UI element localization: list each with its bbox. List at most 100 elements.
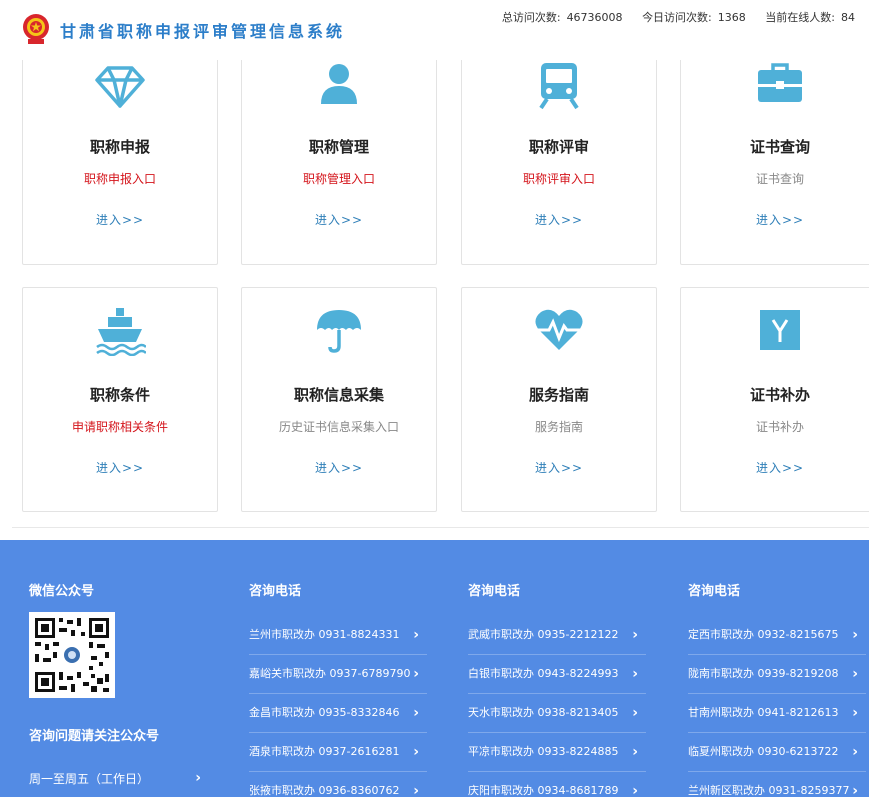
card-title: 职称管理 <box>308 138 369 156</box>
phone-text: 张掖市职改办 0936-8360762 <box>249 784 400 797</box>
card-service-guide[interactable]: 服务指南 服务指南 进入>> <box>461 287 657 512</box>
enter-link[interactable]: 进入>> <box>681 211 869 228</box>
phone-text: 庆阳市职改办 0934-8681789 <box>468 784 619 797</box>
ship-icon <box>96 308 146 356</box>
phone-item[interactable]: 庆阳市职改办 0934-8681789 › <box>468 772 646 810</box>
card-title: 职称申报 <box>89 138 150 156</box>
chevron-right-icon: › <box>852 627 858 643</box>
chevron-right-icon: › <box>852 744 858 760</box>
phone-list-2: 武威市职改办 0935-2212122 › 白银市职改办 0943-8224993… <box>468 616 646 810</box>
phone-text: 酒泉市职改办 0937-2616281 <box>249 745 400 758</box>
card-title: 证书查询 <box>749 138 810 156</box>
phone-text: 金昌市职改办 0935-8332846 <box>249 706 400 719</box>
card-title: 职称评审 <box>528 138 589 156</box>
card-title: 服务指南 <box>528 386 589 404</box>
chevron-right-icon: › <box>413 627 419 643</box>
phone-text: 甘南州职改办 0941-8212613 <box>688 706 839 719</box>
follow-text: 咨询问题请关注公众号 <box>29 729 160 744</box>
chevron-right-icon: › <box>632 666 638 682</box>
phone-item[interactable]: 白银市职改办 0943-8224993 › <box>468 655 646 694</box>
card-entry-link[interactable]: 职称申报入口 <box>23 170 217 187</box>
wechat-heading: 微信公众号 <box>29 584 95 599</box>
phone-list-1: 兰州市职改办 0931-8824331 › 嘉峪关市职改办 0937-678979… <box>249 616 427 810</box>
total-visits-value: 46736008 <box>566 11 623 24</box>
phone-item[interactable]: 兰州新区职改办 0931-8259377 › <box>688 772 866 810</box>
phone-item[interactable]: 甘南州职改办 0941-8212613 › <box>688 694 866 733</box>
chevron-right-icon: › <box>195 770 201 786</box>
phone-item[interactable]: 陇南市职改办 0939-8219208 › <box>688 655 866 694</box>
briefcase-icon <box>758 63 802 102</box>
phone-item[interactable]: 武威市职改办 0935-2212122 › <box>468 616 646 655</box>
phone-text: 定西市职改办 0932-8215675 <box>688 628 839 641</box>
phone-item[interactable]: 酒泉市职改办 0937-2616281 › <box>249 733 427 772</box>
workday-text: 周一至周五（工作日） <box>29 772 150 786</box>
phone-text: 兰州市职改办 0931-8824331 <box>249 628 400 641</box>
phone-text: 嘉峪关市职改办 0937-6789790 <box>249 667 411 680</box>
card-info-collection[interactable]: 职称信息采集 历史证书信息采集入口 进入>> <box>241 287 437 512</box>
card-certificate-query[interactable]: 证书查询 证书查询 进入>> <box>680 40 869 265</box>
page-footer: 微信公众号 咨询问题请关注公众号 周一至周五（工作日） › 咨询电话 兰州市职改… <box>0 540 869 799</box>
phone-text: 天水市职改办 0938-8213405 <box>468 706 619 719</box>
chevron-right-icon: › <box>413 666 419 682</box>
user-icon <box>321 64 357 104</box>
yen-icon <box>760 310 800 350</box>
card-entry-link[interactable]: 职称评审入口 <box>462 170 656 187</box>
card-title: 职称信息采集 <box>293 386 384 404</box>
today-visits-value: 1368 <box>717 11 746 24</box>
card-entry-link[interactable]: 职称管理入口 <box>242 170 436 187</box>
phone-item[interactable]: 兰州市职改办 0931-8824331 › <box>249 616 427 655</box>
card-title: 证书补办 <box>749 386 810 404</box>
phone-list-3: 定西市职改办 0932-8215675 › 陇南市职改办 0939-8219208… <box>688 616 866 810</box>
enter-link[interactable]: 进入>> <box>242 211 436 228</box>
card-entry-link[interactable]: 证书查询 <box>681 170 869 187</box>
phone-text: 陇南市职改办 0939-8219208 <box>688 667 839 680</box>
phone-item[interactable]: 定西市职改办 0932-8215675 › <box>688 616 866 655</box>
phone-item[interactable]: 天水市职改办 0938-8213405 › <box>468 694 646 733</box>
phone-item[interactable]: 张掖市职改办 0936-8360762 › <box>249 772 427 810</box>
chevron-right-icon: › <box>632 705 638 721</box>
chevron-right-icon: › <box>852 705 858 721</box>
card-title-conditions[interactable]: 职称条件 申请职称相关条件 进入>> <box>22 287 218 512</box>
train-icon <box>539 63 579 110</box>
enter-link[interactable]: 进入>> <box>23 459 217 476</box>
consult-heading-1: 咨询电话 <box>249 584 302 599</box>
enter-link[interactable]: 进入>> <box>23 211 217 228</box>
phone-text: 临夏州职改办 0930-6213722 <box>688 745 839 758</box>
today-visits-label: 今日访问次数: <box>642 11 712 24</box>
phone-text: 武威市职改办 0935-2212122 <box>468 628 619 641</box>
wechat-qr-code[interactable] <box>29 612 115 698</box>
phone-item[interactable]: 平凉市职改办 0933-8224885 › <box>468 733 646 772</box>
section-divider <box>12 527 869 528</box>
visit-stats: 总访问次数: 46736008 今日访问次数: 1368 当前在线人数: 84 <box>498 9 855 25</box>
card-title: 职称条件 <box>89 386 150 404</box>
online-users-value: 84 <box>841 11 855 24</box>
umbrella-icon <box>317 310 361 353</box>
workday-item[interactable]: 周一至周五（工作日） › <box>29 770 205 787</box>
enter-link[interactable]: 进入>> <box>462 459 656 476</box>
phone-item[interactable]: 嘉峪关市职改办 0937-6789790 › <box>249 655 427 694</box>
online-users-label: 当前在线人数: <box>765 11 835 24</box>
chevron-right-icon: › <box>852 666 858 682</box>
site-title: 甘肃省职称申报评审管理信息系统 <box>60 22 346 41</box>
card-title-management[interactable]: 职称管理 职称管理入口 进入>> <box>241 40 437 265</box>
card-entry-link[interactable]: 申请职称相关条件 <box>23 418 217 435</box>
card-entry-link[interactable]: 证书补办 <box>681 418 869 435</box>
card-entry-link[interactable]: 历史证书信息采集入口 <box>242 418 436 435</box>
consult-heading-2: 咨询电话 <box>468 584 521 599</box>
card-certificate-reissue[interactable]: 证书补办 证书补办 进入>> <box>680 287 869 512</box>
phone-item[interactable]: 临夏州职改办 0930-6213722 › <box>688 733 866 772</box>
consult-heading-3: 咨询电话 <box>688 584 741 599</box>
diamond-icon <box>95 66 145 108</box>
card-title-application[interactable]: 职称申报 职称申报入口 进入>> <box>22 40 218 265</box>
enter-link[interactable]: 进入>> <box>242 459 436 476</box>
chevron-right-icon: › <box>632 744 638 760</box>
page-header: 甘肃省职称申报评审管理信息系统 总访问次数: 46736008 今日访问次数: 13… <box>0 0 869 60</box>
chevron-right-icon: › <box>632 783 638 799</box>
card-entry-link[interactable]: 服务指南 <box>462 418 656 435</box>
phone-text: 白银市职改办 0943-8224993 <box>468 667 619 680</box>
enter-link[interactable]: 进入>> <box>681 459 869 476</box>
card-title-review[interactable]: 职称评审 职称评审入口 进入>> <box>461 40 657 265</box>
national-emblem-icon <box>23 14 49 44</box>
phone-item[interactable]: 金昌市职改办 0935-8332846 › <box>249 694 427 733</box>
enter-link[interactable]: 进入>> <box>462 211 656 228</box>
